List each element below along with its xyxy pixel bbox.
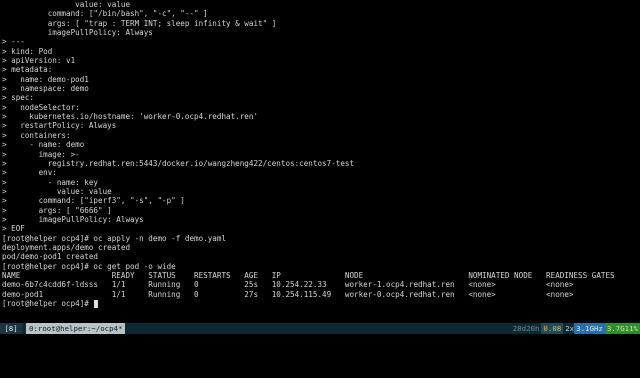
terminal-line-text: > namespace: demo bbox=[2, 84, 89, 94]
terminal-line-text: > name: demo-pod1 bbox=[2, 74, 89, 84]
terminal-line-text: imagePullPolicy: Always bbox=[2, 28, 153, 38]
terminal-line-text: > restartPolicy: Always bbox=[2, 121, 117, 131]
terminal-line-text: NAME READY STATUS RESTARTS AGE IP NODE N… bbox=[2, 270, 615, 280]
terminal-line-text: > image: >- bbox=[2, 149, 80, 159]
terminal-line: > env: bbox=[2, 168, 638, 177]
terminal-line: > image: >- bbox=[2, 150, 638, 159]
terminal-line-text: > - name: key bbox=[2, 177, 99, 187]
terminal-line: > nodeSelector: bbox=[2, 103, 638, 112]
terminal-line: value: value bbox=[2, 0, 638, 9]
terminal-line: deployment.apps/demo created bbox=[2, 243, 638, 252]
terminal-line: pod/demo-pod1 created bbox=[2, 252, 638, 261]
terminal-line-text: > kubernetes.io/hostname: 'worker-0.ocp4… bbox=[2, 112, 259, 122]
terminal-line-text: > apiVersion: v1 bbox=[2, 56, 76, 66]
terminal-line: > name: demo-pod1 bbox=[2, 75, 638, 84]
status-indicators: 28d20h 0.08 2x 3.1GHz 3.7G11% bbox=[510, 323, 640, 334]
terminal-line-text: > value: value bbox=[2, 186, 112, 196]
terminal-line: imagePullPolicy: Always bbox=[2, 28, 638, 37]
terminal-line: demo-pod1 1/1 Running 0 27s 10.254.115.4… bbox=[2, 290, 638, 299]
terminal-line: > registry.redhat.ren:5443/docker.io/wan… bbox=[2, 159, 638, 168]
terminal-line-text: command: ["/bin/bash", "-c", "--" ] bbox=[2, 9, 208, 19]
terminal-line-text: demo-pod1 1/1 Running 0 27s 10.254.115.4… bbox=[2, 289, 574, 299]
terminal-line: [root@helper ocp4]# oc get pod -o wide bbox=[2, 262, 638, 271]
terminal-line: > apiVersion: v1 bbox=[2, 56, 638, 65]
terminal-line: > command: ["iperf3", "-s", "-p" ] bbox=[2, 196, 638, 205]
terminal-line-text: > EOF bbox=[2, 224, 25, 234]
cpu-frequency-indicator: 3.1GHz bbox=[574, 323, 605, 334]
terminal-line-text: > command: ["iperf3", "-s", "-p" ] bbox=[2, 196, 185, 206]
terminal-line: demo-6b7c4cdd6f-ldsss 1/1 Running 0 25s … bbox=[2, 280, 638, 289]
terminal-line: > kubernetes.io/hostname: 'worker-0.ocp4… bbox=[2, 112, 638, 121]
terminal-line-text: > --- bbox=[2, 37, 25, 47]
terminal-line-text: > nodeSelector: bbox=[2, 102, 80, 112]
terminal-line-text: > imagePullPolicy: Always bbox=[2, 214, 144, 224]
memory-indicator: 3.7G11% bbox=[604, 323, 640, 334]
terminal-line-text: > env: bbox=[2, 168, 57, 178]
terminal-line-text: [root@helper ocp4]# oc apply -n demo -f … bbox=[2, 233, 227, 243]
tmux-session-indicator: [8] bbox=[0, 323, 22, 334]
terminal-line-text: [root@helper ocp4]# oc get pod -o wide bbox=[2, 261, 176, 271]
terminal-line: > containers: bbox=[2, 131, 638, 140]
terminal-line-text: value: value bbox=[2, 0, 131, 9]
terminal-line: > metadata: bbox=[2, 65, 638, 74]
tmux-status-bar: [8] 0:root@helper:~/ocp4* 28d20h 0.08 2x 3.… bbox=[0, 323, 640, 334]
terminal-line-text: deployment.apps/demo created bbox=[2, 242, 131, 252]
terminal-line-text: [root@helper ocp4]# bbox=[2, 299, 94, 308]
terminal-line: > namespace: demo bbox=[2, 84, 638, 93]
terminal-line-text: demo-6b7c4cdd6f-ldsss 1/1 Running 0 25s … bbox=[2, 280, 574, 290]
terminal-line: [root@helper ocp4]# oc apply -n demo -f … bbox=[2, 234, 638, 243]
terminal-line-text: args: [ "trap : TERM INT; sleep infinity… bbox=[2, 18, 277, 28]
terminal-line: > restartPolicy: Always bbox=[2, 121, 638, 130]
terminal-line-text: > args: [ "6666" ] bbox=[2, 205, 112, 215]
terminal-window[interactable]: value: value command: ["/bin/bash", "-c"… bbox=[0, 0, 640, 360]
cpu-count-indicator: 2x bbox=[563, 323, 575, 334]
terminal-line-text: > kind: Pod bbox=[2, 46, 53, 56]
tmux-window-tab[interactable]: 0:root@helper:~/ocp4* bbox=[26, 323, 126, 334]
terminal-line-text: > metadata: bbox=[2, 65, 53, 75]
terminal-line-text: > - name: demo bbox=[2, 140, 85, 150]
load-indicator: 0.08 bbox=[541, 323, 564, 334]
terminal-output: value: value command: ["/bin/bash", "-c"… bbox=[2, 0, 638, 322]
terminal-line: command: ["/bin/bash", "-c", "--" ] bbox=[2, 9, 638, 18]
terminal-line-text: > containers: bbox=[2, 130, 71, 140]
terminal-line: args: [ "trap : TERM INT; sleep infinity… bbox=[2, 19, 638, 28]
terminal-line: > value: value bbox=[2, 187, 638, 196]
terminal-line-text: > registry.redhat.ren:5443/docker.io/wan… bbox=[2, 158, 355, 168]
terminal-line: > --- bbox=[2, 37, 638, 46]
terminal-line-text: pod/demo-pod1 created bbox=[2, 252, 99, 262]
terminal-line: > imagePullPolicy: Always bbox=[2, 215, 638, 224]
terminal-line: [root@helper ocp4]# bbox=[2, 299, 638, 308]
terminal-line: > spec: bbox=[2, 93, 638, 102]
terminal-line: NAME READY STATUS RESTARTS AGE IP NODE N… bbox=[2, 271, 638, 280]
terminal-line: > kind: Pod bbox=[2, 47, 638, 56]
terminal-line: > - name: demo bbox=[2, 140, 638, 149]
terminal-line-text: > spec: bbox=[2, 93, 35, 103]
terminal-line: > args: [ "6666" ] bbox=[2, 206, 638, 215]
terminal-line: > - name: key bbox=[2, 178, 638, 187]
text-cursor bbox=[94, 300, 99, 308]
terminal-line: > EOF bbox=[2, 224, 638, 233]
uptime-indicator: 28d20h bbox=[510, 323, 542, 334]
